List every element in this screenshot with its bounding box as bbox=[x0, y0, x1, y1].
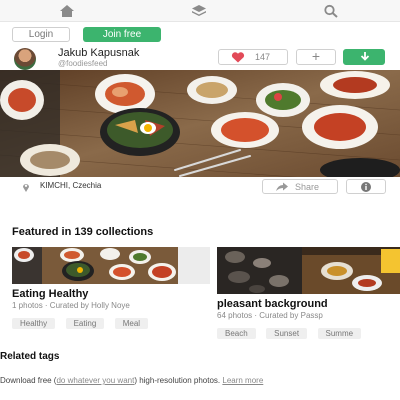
collection-card[interactable]: pleasant background 64 photos · Curated … bbox=[217, 247, 400, 341]
heart-icon bbox=[231, 52, 245, 63]
auth-bar: Login Join free bbox=[0, 23, 400, 43]
tag-beach[interactable]: Beach bbox=[217, 328, 256, 339]
learn-more-link[interactable]: Learn more bbox=[222, 376, 263, 385]
tag-eating[interactable]: Eating bbox=[65, 318, 105, 329]
license-link[interactable]: do whatever you want bbox=[56, 376, 134, 385]
location-pin-icon bbox=[23, 184, 29, 192]
photographer-handle: @foodiesfeed bbox=[58, 59, 108, 68]
collection-cover-image[interactable] bbox=[12, 247, 210, 284]
login-button[interactable]: Login bbox=[12, 27, 70, 42]
collection-tags: Healthy Eating Meal bbox=[12, 313, 210, 331]
collection-title[interactable]: Eating Healthy bbox=[12, 288, 210, 300]
top-nav bbox=[0, 0, 400, 22]
info-button[interactable] bbox=[346, 179, 386, 194]
collection-cover-photo bbox=[217, 247, 400, 294]
photographer-name[interactable]: Jakub Kapusnak bbox=[58, 47, 139, 59]
join-free-button[interactable]: Join free bbox=[83, 27, 161, 42]
license-text-prefix: Download free ( bbox=[0, 376, 57, 385]
license-note: Download free (do whatever you want) hig… bbox=[0, 375, 400, 386]
main-photo[interactable] bbox=[0, 70, 400, 177]
collection-tags: Beach Sunset Summe bbox=[217, 323, 400, 341]
photographer-bar: Jakub Kapusnak @foodiesfeed 147 + bbox=[0, 44, 400, 70]
download-arrow-icon bbox=[360, 52, 370, 61]
collection-cover-photo bbox=[12, 247, 210, 284]
license-text-middle: ) high-resolution photos. bbox=[134, 376, 223, 385]
collection-subtitle: 1 photos · Curated by Holly Noye bbox=[12, 301, 130, 310]
photo-meta-bar: KIMCHI, Czechia Share bbox=[0, 177, 400, 197]
collection-cover-image[interactable] bbox=[217, 247, 400, 294]
related-tags-heading: Related tags bbox=[0, 351, 60, 362]
add-to-collection-button[interactable]: + bbox=[296, 49, 336, 65]
collection-card[interactable]: Eating Healthy 1 photos · Curated by Hol… bbox=[12, 247, 210, 331]
collection-subtitle: 64 photos · Curated by Passp bbox=[217, 311, 323, 320]
plus-icon: + bbox=[311, 48, 321, 64]
share-button[interactable]: Share bbox=[262, 179, 338, 194]
like-count: 147 bbox=[255, 52, 271, 62]
like-button[interactable]: 147 bbox=[218, 49, 288, 65]
tag-sunset[interactable]: Sunset bbox=[266, 328, 308, 339]
featured-collections-heading: Featured in 139 collections bbox=[12, 226, 154, 238]
tag-summer[interactable]: Summe bbox=[317, 328, 362, 339]
info-icon bbox=[361, 182, 371, 192]
home-icon[interactable] bbox=[59, 4, 75, 18]
download-button[interactable] bbox=[343, 49, 385, 65]
share-arrow-icon bbox=[276, 182, 288, 191]
avatar[interactable] bbox=[14, 48, 36, 70]
collections-icon[interactable] bbox=[191, 4, 207, 18]
photo-location[interactable]: KIMCHI, Czechia bbox=[40, 181, 101, 190]
collection-title[interactable]: pleasant background bbox=[217, 298, 400, 310]
search-icon[interactable] bbox=[323, 4, 339, 18]
tag-meal[interactable]: Meal bbox=[114, 318, 149, 329]
kimchi-food-photo bbox=[0, 70, 400, 177]
share-label: Share bbox=[295, 182, 320, 192]
tag-healthy[interactable]: Healthy bbox=[12, 318, 56, 329]
